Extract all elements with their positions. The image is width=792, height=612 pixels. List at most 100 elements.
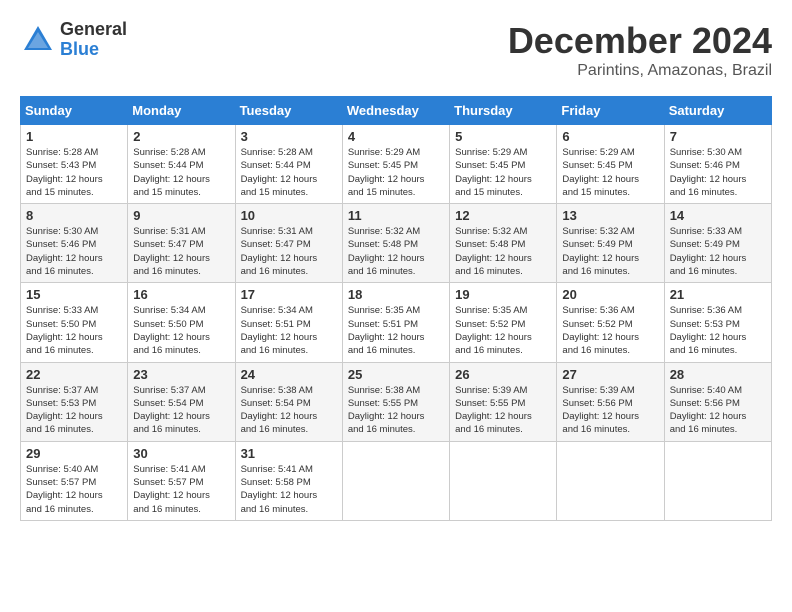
day-number: 16: [133, 287, 229, 302]
day-number: 29: [26, 446, 122, 461]
calendar-cell: 19Sunrise: 5:35 AM Sunset: 5:52 PM Dayli…: [450, 283, 557, 362]
day-info: Sunrise: 5:34 AM Sunset: 5:51 PM Dayligh…: [241, 304, 337, 357]
day-number: 2: [133, 129, 229, 144]
calendar-cell: 18 Sunrise: 5:35 AM Sunset: 5:51 PM Dayli…: [342, 283, 449, 362]
day-info: Sunrise: 5:32 AM Sunset: 5:49 PM Dayligh…: [562, 225, 658, 278]
day-info: Sunrise: 5:35 AM Sunset: 5:51 PM Dayligh…: [348, 304, 444, 357]
calendar-cell: 29 Sunrise: 5:40 AM Sunset: 5:57 PM Dayli…: [21, 441, 128, 520]
day-number: 20: [562, 287, 658, 302]
week-row-4: 22 Sunrise: 5:37 AM Sunset: 5:53 PM Dayli…: [21, 362, 772, 441]
day-info: Sunrise: 5:40 AM Sunset: 5:57 PM Dayligh…: [26, 463, 122, 516]
column-header-friday: Friday: [557, 97, 664, 125]
day-info: Sunrise: 5:37 AM Sunset: 5:54 PM Dayligh…: [133, 384, 229, 437]
day-info: Sunrise: 5:36 AM Sunset: 5:52 PM Dayligh…: [562, 304, 658, 357]
calendar-cell: 26 Sunrise: 5:39 AM Sunset: 5:55 PM Dayli…: [450, 362, 557, 441]
calendar-cell: 6 Sunrise: 5:29 AM Sunset: 5:45 PM Daylig…: [557, 125, 664, 204]
day-number: 28: [670, 367, 766, 382]
day-info: Sunrise: 5:40 AM Sunset: 5:56 PM Dayligh…: [670, 384, 766, 437]
calendar-cell: 20 Sunrise: 5:36 AM Sunset: 5:52 PM Dayli…: [557, 283, 664, 362]
calendar-cell: 28 Sunrise: 5:40 AM Sunset: 5:56 PM Dayli…: [664, 362, 771, 441]
day-number: 27: [562, 367, 658, 382]
day-info: Sunrise: 5:31 AM Sunset: 5:47 PM Dayligh…: [133, 225, 229, 278]
calendar-cell: 8 Sunrise: 5:30 AM Sunset: 5:46 PM Daylig…: [21, 204, 128, 283]
day-info: Sunrise: 5:29 AM Sunset: 5:45 PM Dayligh…: [562, 146, 658, 199]
calendar-cell: 15 Sunrise: 5:33 AM Sunset: 5:50 PM Dayli…: [21, 283, 128, 362]
calendar-cell: 4 Sunrise: 5:29 AM Sunset: 5:45 PM Daylig…: [342, 125, 449, 204]
day-info: Sunrise: 5:41 AM Sunset: 5:58 PM Dayligh…: [241, 463, 337, 516]
calendar-cell: 5 Sunrise: 5:29 AM Sunset: 5:45 PM Daylig…: [450, 125, 557, 204]
day-number: 7: [670, 129, 766, 144]
calendar-cell: 2 Sunrise: 5:28 AM Sunset: 5:44 PM Daylig…: [128, 125, 235, 204]
calendar-cell: 10Sunrise: 5:31 AM Sunset: 5:47 PM Dayli…: [235, 204, 342, 283]
column-header-tuesday: Tuesday: [235, 97, 342, 125]
day-number: 17: [241, 287, 337, 302]
day-info: Sunrise: 5:41 AM Sunset: 5:57 PM Dayligh…: [133, 463, 229, 516]
calendar-cell: 17 Sunrise: 5:34 AM Sunset: 5:51 PM Dayli…: [235, 283, 342, 362]
day-info: Sunrise: 5:38 AM Sunset: 5:55 PM Dayligh…: [348, 384, 444, 437]
day-number: 24: [241, 367, 337, 382]
calendar-cell: 9 Sunrise: 5:31 AM Sunset: 5:47 PM Daylig…: [128, 204, 235, 283]
day-number: 6: [562, 129, 658, 144]
day-number: 3: [241, 129, 337, 144]
day-info: Sunrise: 5:29 AM Sunset: 5:45 PM Dayligh…: [348, 146, 444, 199]
day-number: 26: [455, 367, 551, 382]
week-row-5: 29 Sunrise: 5:40 AM Sunset: 5:57 PM Dayli…: [21, 441, 772, 520]
day-info: Sunrise: 5:33 AM Sunset: 5:50 PM Dayligh…: [26, 304, 122, 357]
month-title: December 2024: [508, 20, 772, 62]
calendar-cell: 12Sunrise: 5:32 AM Sunset: 5:48 PM Dayli…: [450, 204, 557, 283]
day-info: Sunrise: 5:34 AM Sunset: 5:50 PM Dayligh…: [133, 304, 229, 357]
location-title: Parintins, Amazonas, Brazil: [508, 62, 772, 80]
logo-icon: [20, 22, 56, 58]
calendar-cell: 11 Sunrise: 5:32 AM Sunset: 5:48 PM Dayli…: [342, 204, 449, 283]
column-header-saturday: Saturday: [664, 97, 771, 125]
calendar-cell: 3Sunrise: 5:28 AM Sunset: 5:44 PM Daylig…: [235, 125, 342, 204]
day-info: Sunrise: 5:30 AM Sunset: 5:46 PM Dayligh…: [26, 225, 122, 278]
logo: General Blue: [20, 20, 127, 60]
title-area: December 2024 Parintins, Amazonas, Brazi…: [508, 20, 772, 80]
calendar-cell: 1Sunrise: 5:28 AM Sunset: 5:43 PM Daylig…: [21, 125, 128, 204]
day-info: Sunrise: 5:29 AM Sunset: 5:45 PM Dayligh…: [455, 146, 551, 199]
day-number: 1: [26, 129, 122, 144]
day-number: 4: [348, 129, 444, 144]
calendar-cell: [450, 441, 557, 520]
day-number: 18: [348, 287, 444, 302]
day-number: 5: [455, 129, 551, 144]
day-number: 14: [670, 208, 766, 223]
calendar-cell: 31 Sunrise: 5:41 AM Sunset: 5:58 PM Dayli…: [235, 441, 342, 520]
day-info: Sunrise: 5:32 AM Sunset: 5:48 PM Dayligh…: [348, 225, 444, 278]
calendar-cell: 14Sunrise: 5:33 AM Sunset: 5:49 PM Dayli…: [664, 204, 771, 283]
day-number: 13: [562, 208, 658, 223]
calendar-body: 1Sunrise: 5:28 AM Sunset: 5:43 PM Daylig…: [21, 125, 772, 521]
day-info: Sunrise: 5:37 AM Sunset: 5:53 PM Dayligh…: [26, 384, 122, 437]
column-header-wednesday: Wednesday: [342, 97, 449, 125]
calendar-cell: 25 Sunrise: 5:38 AM Sunset: 5:55 PM Dayli…: [342, 362, 449, 441]
day-number: 8: [26, 208, 122, 223]
day-number: 9: [133, 208, 229, 223]
day-info: Sunrise: 5:38 AM Sunset: 5:54 PM Dayligh…: [241, 384, 337, 437]
calendar-cell: [342, 441, 449, 520]
day-number: 15: [26, 287, 122, 302]
day-number: 23: [133, 367, 229, 382]
week-row-1: 1Sunrise: 5:28 AM Sunset: 5:43 PM Daylig…: [21, 125, 772, 204]
day-number: 31: [241, 446, 337, 461]
calendar-cell: [664, 441, 771, 520]
day-number: 11: [348, 208, 444, 223]
logo-general-label: General: [60, 20, 127, 40]
calendar-table: SundayMondayTuesdayWednesdayThursdayFrid…: [20, 96, 772, 521]
calendar-cell: 21Sunrise: 5:36 AM Sunset: 5:53 PM Dayli…: [664, 283, 771, 362]
week-row-2: 8 Sunrise: 5:30 AM Sunset: 5:46 PM Daylig…: [21, 204, 772, 283]
week-row-3: 15 Sunrise: 5:33 AM Sunset: 5:50 PM Dayli…: [21, 283, 772, 362]
day-info: Sunrise: 5:39 AM Sunset: 5:55 PM Dayligh…: [455, 384, 551, 437]
column-header-thursday: Thursday: [450, 97, 557, 125]
day-number: 30: [133, 446, 229, 461]
day-info: Sunrise: 5:32 AM Sunset: 5:48 PM Dayligh…: [455, 225, 551, 278]
day-number: 22: [26, 367, 122, 382]
day-info: Sunrise: 5:30 AM Sunset: 5:46 PM Dayligh…: [670, 146, 766, 199]
column-header-sunday: Sunday: [21, 97, 128, 125]
day-info: Sunrise: 5:39 AM Sunset: 5:56 PM Dayligh…: [562, 384, 658, 437]
calendar-cell: 7 Sunrise: 5:30 AM Sunset: 5:46 PM Daylig…: [664, 125, 771, 204]
day-info: Sunrise: 5:28 AM Sunset: 5:44 PM Dayligh…: [133, 146, 229, 199]
calendar-cell: 27 Sunrise: 5:39 AM Sunset: 5:56 PM Dayli…: [557, 362, 664, 441]
day-number: 25: [348, 367, 444, 382]
day-info: Sunrise: 5:31 AM Sunset: 5:47 PM Dayligh…: [241, 225, 337, 278]
